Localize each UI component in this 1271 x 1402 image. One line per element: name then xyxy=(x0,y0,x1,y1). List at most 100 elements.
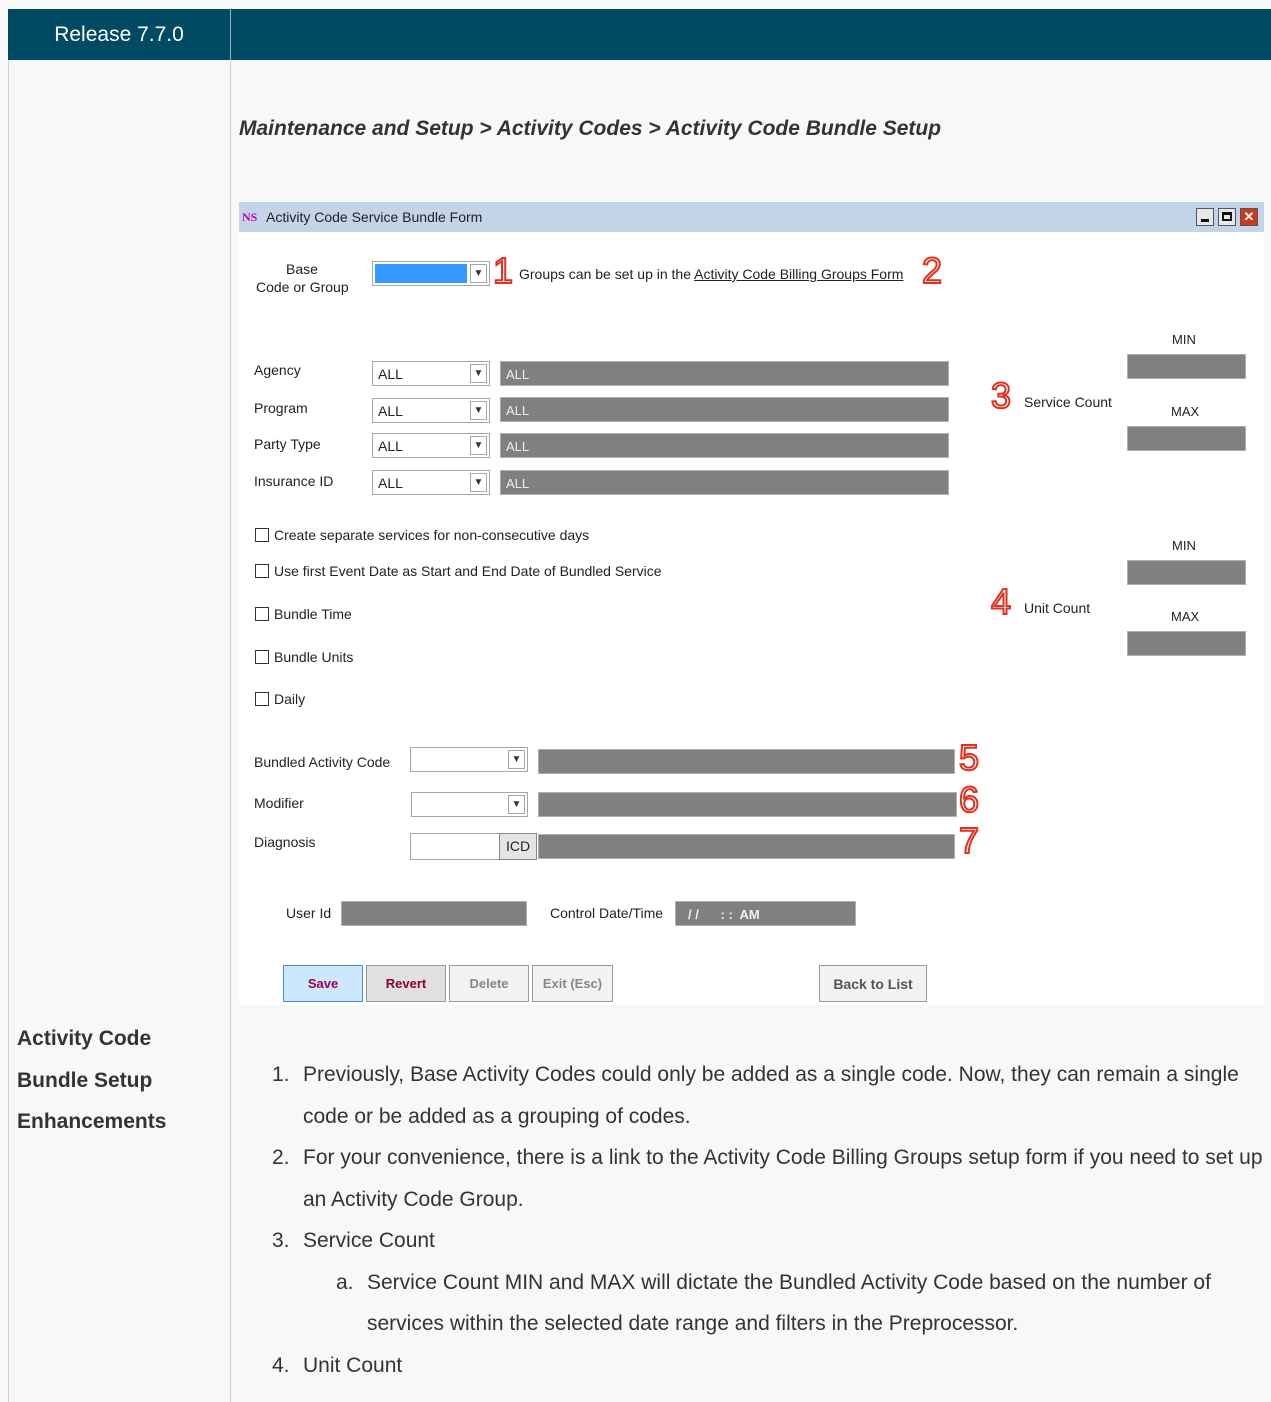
party-type-description-field: ALL xyxy=(500,433,949,458)
daily-label: Daily xyxy=(274,691,306,707)
party-type-description: ALL xyxy=(506,439,530,454)
modifier-dropdown[interactable]: ▼ xyxy=(411,792,528,817)
save-button[interactable]: Save xyxy=(283,965,363,1002)
checkbox-daily[interactable] xyxy=(255,692,269,706)
chevron-down-icon[interactable]: ▼ xyxy=(470,401,487,420)
delete-button[interactable]: Delete xyxy=(449,965,529,1002)
modifier-description-field xyxy=(538,792,957,817)
service-count-max-field[interactable] xyxy=(1127,426,1246,451)
list-subitem: a. Service Count MIN and MAX will dictate… xyxy=(272,1262,1267,1345)
section-label-line: Enhancements xyxy=(17,1110,167,1133)
exit-button[interactable]: Exit (Esc) xyxy=(532,965,613,1002)
program-label: Program xyxy=(254,400,308,416)
minimize-button[interactable] xyxy=(1196,208,1214,226)
chevron-down-icon[interactable]: ▼ xyxy=(470,436,487,455)
diagnosis-input[interactable] xyxy=(410,833,500,860)
unit-count-max-field[interactable] xyxy=(1127,631,1246,656)
callout-3: 3 xyxy=(990,375,1012,416)
window-titlebar: NS Activity Code Service Bundle Form ✕ xyxy=(239,202,1264,232)
checkbox-bundle-time[interactable] xyxy=(255,607,269,621)
billing-groups-link[interactable]: Activity Code Billing Groups Form xyxy=(694,266,903,282)
section-label-line: Activity Code xyxy=(17,1027,152,1050)
bundle-units-label: Bundle Units xyxy=(274,649,354,665)
list-number: 2. xyxy=(272,1146,290,1169)
callout-5: 5 xyxy=(958,737,980,778)
diagnosis-label: Diagnosis xyxy=(254,834,316,850)
revert-button[interactable]: Revert xyxy=(366,965,446,1002)
maximize-icon xyxy=(1222,212,1232,221)
notes-list: 1. Previously, Base Activity Codes could … xyxy=(272,1054,1267,1386)
chevron-down-icon[interactable]: ▼ xyxy=(508,750,525,769)
release-header-bar: Release 7.7.0 xyxy=(8,9,1271,60)
party-type-value: ALL xyxy=(378,438,403,454)
agency-description-field: ALL xyxy=(500,361,949,386)
control-datetime-value: / / : : AM xyxy=(688,907,760,922)
callout-6: 6 xyxy=(958,779,980,820)
list-number: 4. xyxy=(272,1353,290,1377)
agency-label: Agency xyxy=(254,362,301,378)
table-column-divider xyxy=(230,60,231,1402)
agency-description: ALL xyxy=(506,367,530,382)
list-item: 4. Unit Count xyxy=(272,1345,1267,1387)
selected-highlight xyxy=(375,264,467,283)
insurance-id-value: ALL xyxy=(378,475,403,491)
insurance-id-description-field: ALL xyxy=(500,470,949,495)
control-datetime-field: / / : : AM xyxy=(675,901,856,926)
chevron-down-icon[interactable]: ▼ xyxy=(470,364,487,383)
control-datetime-label: Control Date/Time xyxy=(550,905,664,921)
chevron-down-icon[interactable]: ▼ xyxy=(470,264,487,283)
close-button[interactable]: ✕ xyxy=(1240,208,1258,226)
service-max-label: MAX xyxy=(1171,404,1200,419)
service-min-label: MIN xyxy=(1172,332,1196,347)
callout-7: 7 xyxy=(958,820,980,861)
base-code-dropdown[interactable]: ▼ xyxy=(372,261,490,286)
table-left-border xyxy=(8,60,9,1402)
callout-4: 4 xyxy=(990,581,1012,622)
list-item: 1. Previously, Base Activity Codes could … xyxy=(272,1054,1267,1137)
bundled-activity-description-field xyxy=(538,749,955,774)
section-label-line: Bundle Setup xyxy=(17,1068,153,1092)
bundle-time-label: Bundle Time xyxy=(274,606,352,622)
unit-max-label: MAX xyxy=(1171,609,1200,624)
chevron-down-icon[interactable]: ▼ xyxy=(508,795,525,814)
list-text: Unit Count xyxy=(303,1353,403,1377)
chevron-down-icon[interactable]: ▼ xyxy=(470,473,487,492)
section-label: Activity Code Bundle Setup Enhancements xyxy=(17,1018,166,1143)
unit-count-min-field[interactable] xyxy=(1127,560,1246,585)
insurance-id-dropdown[interactable]: ALL ▼ xyxy=(372,470,490,495)
icd-button[interactable]: ICD xyxy=(499,833,537,860)
program-dropdown[interactable]: ALL ▼ xyxy=(372,398,490,423)
party-type-label: Party Type xyxy=(254,436,321,452)
list-text: Previously, Base Activity Codes could on… xyxy=(303,1063,1239,1128)
checkbox-bundle-units[interactable] xyxy=(255,650,269,664)
service-count-label: Service Count xyxy=(1024,394,1112,410)
agency-value: ALL xyxy=(378,366,403,382)
user-id-label: User Id xyxy=(286,905,332,921)
minimize-icon xyxy=(1201,219,1209,222)
unit-count-label: Unit Count xyxy=(1024,600,1091,616)
maximize-button[interactable] xyxy=(1218,208,1236,226)
ns-logo-icon: NS xyxy=(242,210,258,224)
list-number: 3. xyxy=(272,1229,290,1252)
program-description: ALL xyxy=(506,403,530,418)
checkbox-separate-services[interactable] xyxy=(255,528,269,542)
party-type-dropdown[interactable]: ALL ▼ xyxy=(372,433,490,458)
list-text: Service Count xyxy=(303,1229,435,1252)
breadcrumb: Maintenance and Setup > Activity Codes >… xyxy=(239,117,942,140)
list-item: 3. Service Count xyxy=(272,1220,1267,1262)
separate-services-label: Create separate services for non-consecu… xyxy=(274,527,590,543)
bundled-activity-code-label: Bundled Activity Code xyxy=(254,754,391,770)
bundled-activity-code-dropdown[interactable]: ▼ xyxy=(410,747,528,772)
back-to-list-button[interactable]: Back to List xyxy=(819,965,927,1002)
user-id-field xyxy=(341,901,527,926)
modifier-label: Modifier xyxy=(254,795,304,811)
window-title: Activity Code Service Bundle Form xyxy=(266,209,483,225)
first-event-date-label: Use first Event Date as Start and End Da… xyxy=(274,563,662,579)
program-value: ALL xyxy=(378,403,403,419)
insurance-id-description: ALL xyxy=(506,476,530,491)
checkbox-first-event-date[interactable] xyxy=(255,564,269,578)
service-count-min-field[interactable] xyxy=(1127,354,1246,379)
agency-dropdown[interactable]: ALL ▼ xyxy=(372,361,490,386)
list-text: Service Count MIN and MAX will dictate t… xyxy=(367,1270,1211,1336)
program-description-field: ALL xyxy=(500,397,949,422)
